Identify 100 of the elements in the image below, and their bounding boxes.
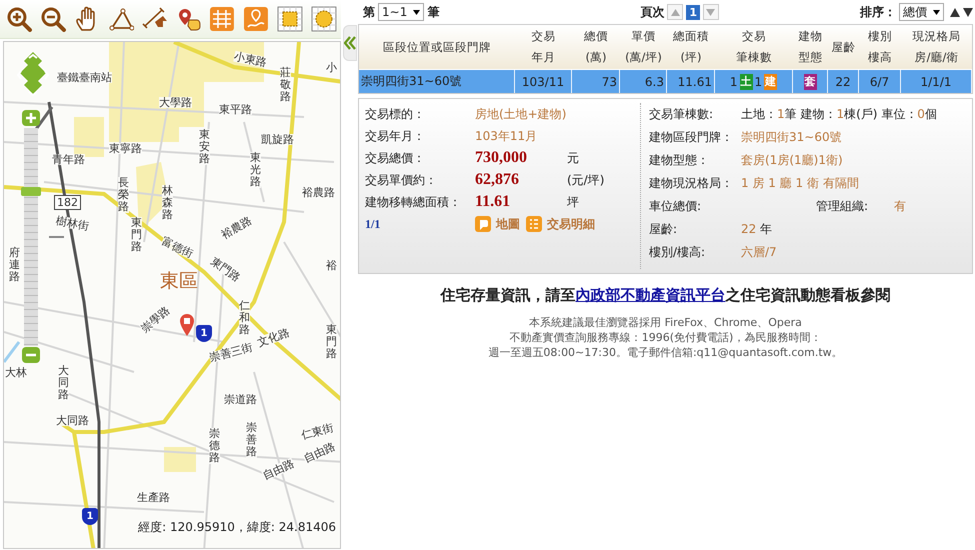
highway-shield: 1 [82, 508, 98, 525]
down-triangle-icon [706, 8, 716, 16]
label: 頁次 [640, 4, 664, 20]
table-cell: 22 [828, 70, 859, 93]
label: 第 [363, 4, 375, 20]
zoom-out-button[interactable] [22, 347, 40, 363]
record-index: 1/1 [365, 216, 382, 232]
table-cell: 1 [730, 74, 738, 88]
road-label: 樹林街 [55, 215, 90, 232]
footer-text: 本系統建議最佳瀏覽器採用 FireFox、Chrome、Opera [528, 315, 803, 330]
sort-dropdown[interactable]: 總價 [898, 3, 944, 21]
road-label: 裕農路 [302, 187, 335, 198]
road-label: 東平路 [219, 104, 252, 115]
road-label: 自由路 [302, 440, 337, 464]
field-label: 交易年月： [365, 128, 426, 144]
field-value: 有 [894, 198, 906, 215]
road-label: 裕 [326, 260, 337, 271]
type-badge: 套 [804, 74, 816, 90]
grid-icon[interactable] [209, 6, 236, 32]
pan-control-icon[interactable] [16, 52, 50, 98]
map-pin-icon[interactable] [243, 6, 270, 32]
route-shield: 182 [54, 195, 81, 210]
unit-label: 坪 [567, 194, 579, 210]
dropdown-arrow-icon [932, 10, 940, 14]
field-label: 建物區段門牌： [649, 129, 734, 146]
previous-page-button[interactable] [667, 4, 684, 20]
unit-label: (元/坪) [567, 172, 604, 188]
road-label: 凱旋路 [261, 134, 294, 145]
road-label: 東光路 [250, 152, 261, 188]
road-label: 小 [326, 62, 337, 73]
road-label: 府連路 [9, 247, 20, 284]
road-label: 東安路 [199, 129, 210, 166]
sort-descending-icon[interactable] [962, 8, 973, 16]
road-label: 大同路 [56, 415, 89, 426]
table-cell: 1/1/1 [901, 70, 972, 93]
road-label: 林森路 [162, 185, 173, 222]
platform-link[interactable]: 內政部不動產資訊平台 [576, 286, 726, 304]
road-label: 青年路 [52, 154, 85, 165]
table-cell: 73 [572, 70, 620, 93]
table-cell: 崇明四街31~60號 [359, 70, 515, 93]
column-header: 總面積 (坪) [672, 28, 710, 66]
collapse-button[interactable] [343, 25, 357, 61]
zoom-out-icon[interactable] [40, 6, 66, 32]
field-label: 交易筆棟數: [649, 106, 714, 123]
field-label: 管理組織: [816, 198, 870, 215]
table-cell: 103/11 [515, 70, 572, 93]
field-label: 屋齡: [649, 221, 678, 238]
circle-select-icon[interactable] [311, 6, 338, 32]
table-row[interactable]: 崇明四街31~60號 103/11 73 6.3 11.61 1 土 1 建 套 22 6/7 1/1/1 [359, 70, 972, 93]
column-header: 總價 (萬) [583, 28, 609, 66]
field-label: 交易總價： [365, 150, 426, 166]
table-cell: 6/7 [859, 70, 901, 93]
triangle-measure-icon[interactable] [108, 6, 134, 32]
field-label: 車位總價: [649, 198, 702, 215]
list-icon [526, 216, 542, 232]
road-label: 裕農路 [219, 214, 254, 241]
road-label: 崇學路 [139, 304, 172, 334]
column-header: 交易 年月 [530, 28, 556, 66]
coordinates-text: 經度: 120.95910，緯度: 24.81406 [138, 519, 336, 536]
field-value: 套房(1房(1廳)1衛) [741, 152, 843, 169]
field-value: 103年11月 [475, 128, 538, 144]
type-badge: 建 [764, 74, 778, 90]
road-label: 大同路 [58, 365, 69, 402]
field-value: 730,000 [475, 149, 528, 167]
range-dropdown[interactable]: 1~1 [378, 3, 424, 21]
column-header: 現況格局 房/廳/衛 [912, 28, 962, 66]
square-select-icon[interactable] [277, 6, 304, 32]
column-header: 建物 型態 [798, 28, 824, 66]
field-label: 樓別/樓高: [649, 244, 706, 261]
field-label: 交易單價約： [365, 172, 438, 188]
road-label: 東門路 [131, 217, 142, 254]
road-label: 富德街 [160, 236, 195, 260]
road-label: 臺鐵臺南站 [57, 72, 112, 83]
slider-handle[interactable] [21, 186, 41, 196]
column-header: 單價 (萬/坪) [624, 28, 663, 66]
road-label: 崇道路 [224, 394, 257, 405]
road-label: 長榮路 [118, 177, 129, 214]
field-label: 建物移轉總面積： [365, 194, 462, 210]
column-header: 區段位置或區段門牌 [382, 38, 492, 56]
field-label: 交易標的： [365, 106, 426, 122]
column-header: 交易 筆棟數 [735, 28, 773, 66]
notice-text: 住宅存量資訊，請至內政部不動產資訊平台之住宅資訊動態看板參閱 [439, 286, 892, 305]
next-page-button[interactable] [702, 4, 719, 20]
field-value: 62,876 [475, 171, 520, 189]
field-value: 六層/7 [741, 244, 777, 261]
field-value: 22 年 [741, 221, 772, 238]
page-number[interactable]: 1 [686, 4, 700, 20]
road-label: 崇德路 [209, 428, 220, 464]
field-label: 建物型態： [649, 152, 710, 169]
label: 排序： [860, 4, 896, 20]
up-triangle-icon [670, 8, 680, 16]
plus-icon [26, 113, 36, 123]
zoom-in-button[interactable] [22, 110, 40, 126]
road-label: 崇善三街 [208, 342, 254, 364]
zoom-slider[interactable] [24, 128, 38, 346]
road-label: 崇善路 [246, 422, 257, 458]
footer-text: 不動產實價查詢服務專線：1996(免付費電話)，為民服務時間： [508, 330, 822, 345]
zoom-in-icon[interactable] [6, 6, 32, 32]
sort-ascending-icon[interactable] [950, 8, 960, 16]
road-label: 莊敬路 [280, 67, 291, 104]
